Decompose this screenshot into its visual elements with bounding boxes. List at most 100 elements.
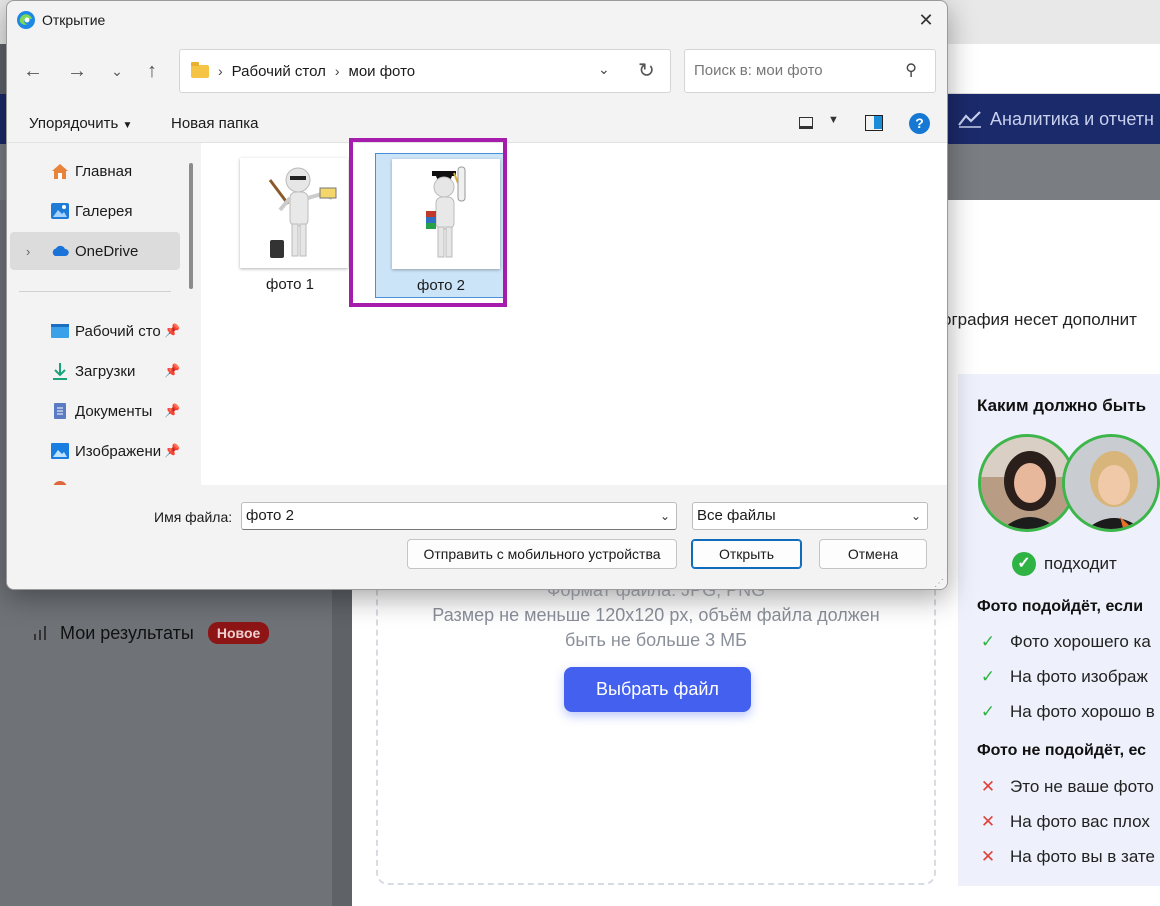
good-item-text: На фото изображ bbox=[1010, 667, 1148, 686]
preview-pane-icon[interactable] bbox=[865, 115, 883, 131]
send-from-mobile-button[interactable]: Отправить с мобильного устройства bbox=[407, 539, 677, 569]
check-icon: ✓ bbox=[980, 632, 996, 651]
organize-button[interactable]: Упорядочить ▼ bbox=[29, 115, 132, 132]
navigation-row: ← → ⌄ ↑ › Рабочий стол › мои фото ⌄ ↻ По… bbox=[7, 39, 947, 101]
open-button[interactable]: Открыть bbox=[691, 539, 802, 569]
bad-item: ✕ На фото вы в зате bbox=[980, 847, 1155, 867]
cross-icon: ✕ bbox=[980, 812, 996, 831]
avatar-example-2 bbox=[1062, 434, 1160, 532]
desktop-icon bbox=[51, 324, 69, 338]
resize-grip-icon[interactable]: ⋰ bbox=[934, 578, 944, 589]
browser-address-bar[interactable] bbox=[948, 44, 1160, 94]
view-icon[interactable] bbox=[799, 117, 813, 129]
forward-arrow-icon[interactable]: → bbox=[65, 59, 89, 83]
filename-label: Имя файла: bbox=[154, 509, 233, 525]
nav-item-documents[interactable]: Документы 📌 bbox=[10, 392, 180, 430]
new-badge: Новое bbox=[207, 622, 270, 644]
suitable-label: подходит bbox=[1044, 554, 1117, 573]
cross-icon: ✕ bbox=[980, 777, 996, 796]
photo-requirements-panel: Каким должно быть ✓ подходит Фото подойд… bbox=[958, 374, 1160, 886]
pin-icon[interactable]: 📌 bbox=[164, 443, 180, 459]
size-text-line-2: быть не больше 3 МБ bbox=[565, 630, 747, 650]
close-icon[interactable]: ✕ bbox=[915, 9, 937, 31]
chart-line-icon bbox=[958, 111, 981, 128]
expand-chevron-icon[interactable]: › bbox=[26, 244, 30, 259]
nav-item-downloads[interactable]: Загрузки 📌 bbox=[10, 352, 180, 390]
address-bar[interactable]: › Рабочий стол › мои фото ⌄ ↻ bbox=[179, 49, 671, 93]
search-input[interactable]: Поиск в: мои фото ⚲ bbox=[684, 49, 936, 93]
bad-item: ✕ На фото вас плох bbox=[980, 812, 1150, 832]
nav-item-label: Главная bbox=[75, 162, 133, 180]
bad-heading: Фото не подойдёт, ес bbox=[977, 742, 1147, 759]
good-item-text: На фото хорошо в bbox=[1010, 702, 1155, 721]
nav-pane-scrollbar[interactable] bbox=[189, 163, 193, 289]
breadcrumb-item[interactable]: мои фото bbox=[349, 63, 416, 80]
home-icon bbox=[52, 164, 68, 179]
chevron-down-icon[interactable]: ⌄ bbox=[660, 503, 670, 529]
nav-item-gallery[interactable]: Галерея bbox=[10, 192, 180, 230]
gallery-icon bbox=[51, 203, 69, 219]
organize-label: Упорядочить bbox=[29, 115, 119, 132]
cancel-button[interactable]: Отмена bbox=[819, 539, 927, 569]
breadcrumb-chevron-icon[interactable]: › bbox=[335, 63, 340, 79]
edge-browser-icon bbox=[17, 11, 35, 29]
nav-item-pictures[interactable]: Изображени 📌 bbox=[10, 432, 180, 470]
upload-dropzone[interactable]: Формат файла: JPG, PNG Размер не меньше … bbox=[376, 560, 936, 885]
nav-item-label: OneDrive bbox=[75, 242, 139, 260]
pin-icon[interactable]: 📌 bbox=[164, 363, 180, 379]
intro-text: ография несет дополнит bbox=[942, 310, 1137, 329]
nav-item-home[interactable]: Главная bbox=[10, 152, 180, 190]
good-item-text: Фото хорошего ка bbox=[1010, 632, 1151, 651]
search-placeholder: Поиск в: мои фото bbox=[694, 62, 823, 79]
recent-locations-chevron-icon[interactable]: ⌄ bbox=[105, 59, 129, 83]
pin-icon[interactable]: 📌 bbox=[164, 323, 180, 339]
size-text-line-1: Размер не меньше 120x120 px, объём файла… bbox=[432, 605, 880, 625]
new-folder-button[interactable]: Новая папка bbox=[171, 115, 258, 132]
view-dropdown-icon[interactable]: ▼ bbox=[828, 114, 839, 126]
nav-item-label: Изображени bbox=[75, 442, 162, 460]
file-item[interactable]: фото 1 bbox=[224, 153, 356, 298]
breadcrumb-item[interactable]: Рабочий стол bbox=[232, 63, 326, 80]
cloud-icon bbox=[52, 245, 69, 256]
bad-item-text: На фото вас плох bbox=[1010, 812, 1150, 831]
nav-item-label: Рабочий сто bbox=[75, 322, 161, 340]
chevron-down-icon[interactable]: ⌄ bbox=[911, 503, 921, 529]
help-icon[interactable]: ? bbox=[909, 113, 930, 134]
choose-file-button[interactable]: Выбрать файл bbox=[564, 667, 751, 712]
navigation-pane: Главная Галерея › OneDrive Рабочий сто 📌… bbox=[7, 143, 201, 485]
bar-chart-icon bbox=[34, 626, 46, 640]
refresh-icon[interactable]: ↻ bbox=[638, 58, 655, 83]
pin-icon[interactable]: 📌 bbox=[164, 403, 180, 419]
suitable-indicator: ✓ подходит bbox=[1012, 552, 1117, 576]
up-arrow-icon[interactable]: ↑ bbox=[140, 59, 164, 83]
bad-item: ✕ Это не ваше фото bbox=[980, 777, 1154, 797]
address-dropdown-icon[interactable]: ⌄ bbox=[598, 61, 610, 78]
good-item: ✓ На фото хорошо в bbox=[980, 702, 1155, 722]
bad-item-text: Это не ваше фото bbox=[1010, 777, 1154, 796]
nav-item-analytics[interactable]: Аналитика и отчетн bbox=[958, 94, 1154, 144]
requirements-title: Каким должно быть bbox=[977, 396, 1147, 415]
nav-item-onedrive[interactable]: › OneDrive bbox=[10, 232, 180, 270]
dialog-footer: Имя файла: фото 2 ⌄ Все файлы ⌄ Отправит… bbox=[7, 485, 947, 589]
breadcrumb-chevron-icon[interactable]: › bbox=[218, 63, 223, 79]
dialog-title: Открытие bbox=[42, 12, 106, 28]
chevron-down-icon: ▼ bbox=[122, 120, 133, 131]
good-heading: Фото подойдёт, если bbox=[977, 598, 1144, 615]
back-arrow-icon[interactable]: ← bbox=[21, 59, 45, 83]
filename-input[interactable]: фото 2 ⌄ bbox=[241, 502, 677, 530]
nav-divider bbox=[19, 291, 171, 292]
filetype-select[interactable]: Все файлы ⌄ bbox=[692, 502, 928, 530]
nav-item-analytics-label: Аналитика и отчетн bbox=[990, 108, 1154, 129]
dialog-titlebar[interactable]: Открытие ✕ bbox=[7, 1, 947, 39]
nav-item-desktop[interactable]: Рабочий сто 📌 bbox=[10, 312, 180, 350]
filename-value: фото 2 bbox=[246, 507, 294, 524]
nav-item-label: Галерея bbox=[75, 202, 133, 220]
filetype-value: Все файлы bbox=[697, 507, 776, 524]
sidebar-item-my-results[interactable]: Мои результаты Новое bbox=[34, 622, 270, 644]
file-list: фото 1 фото 2 bbox=[201, 143, 947, 485]
file-thumbnail bbox=[240, 158, 348, 268]
sidebar-item-label: Мои результаты bbox=[60, 622, 194, 643]
selection-highlight-box bbox=[349, 138, 507, 307]
nav-item-label: Загрузки bbox=[75, 362, 136, 380]
cross-icon: ✕ bbox=[980, 847, 996, 866]
